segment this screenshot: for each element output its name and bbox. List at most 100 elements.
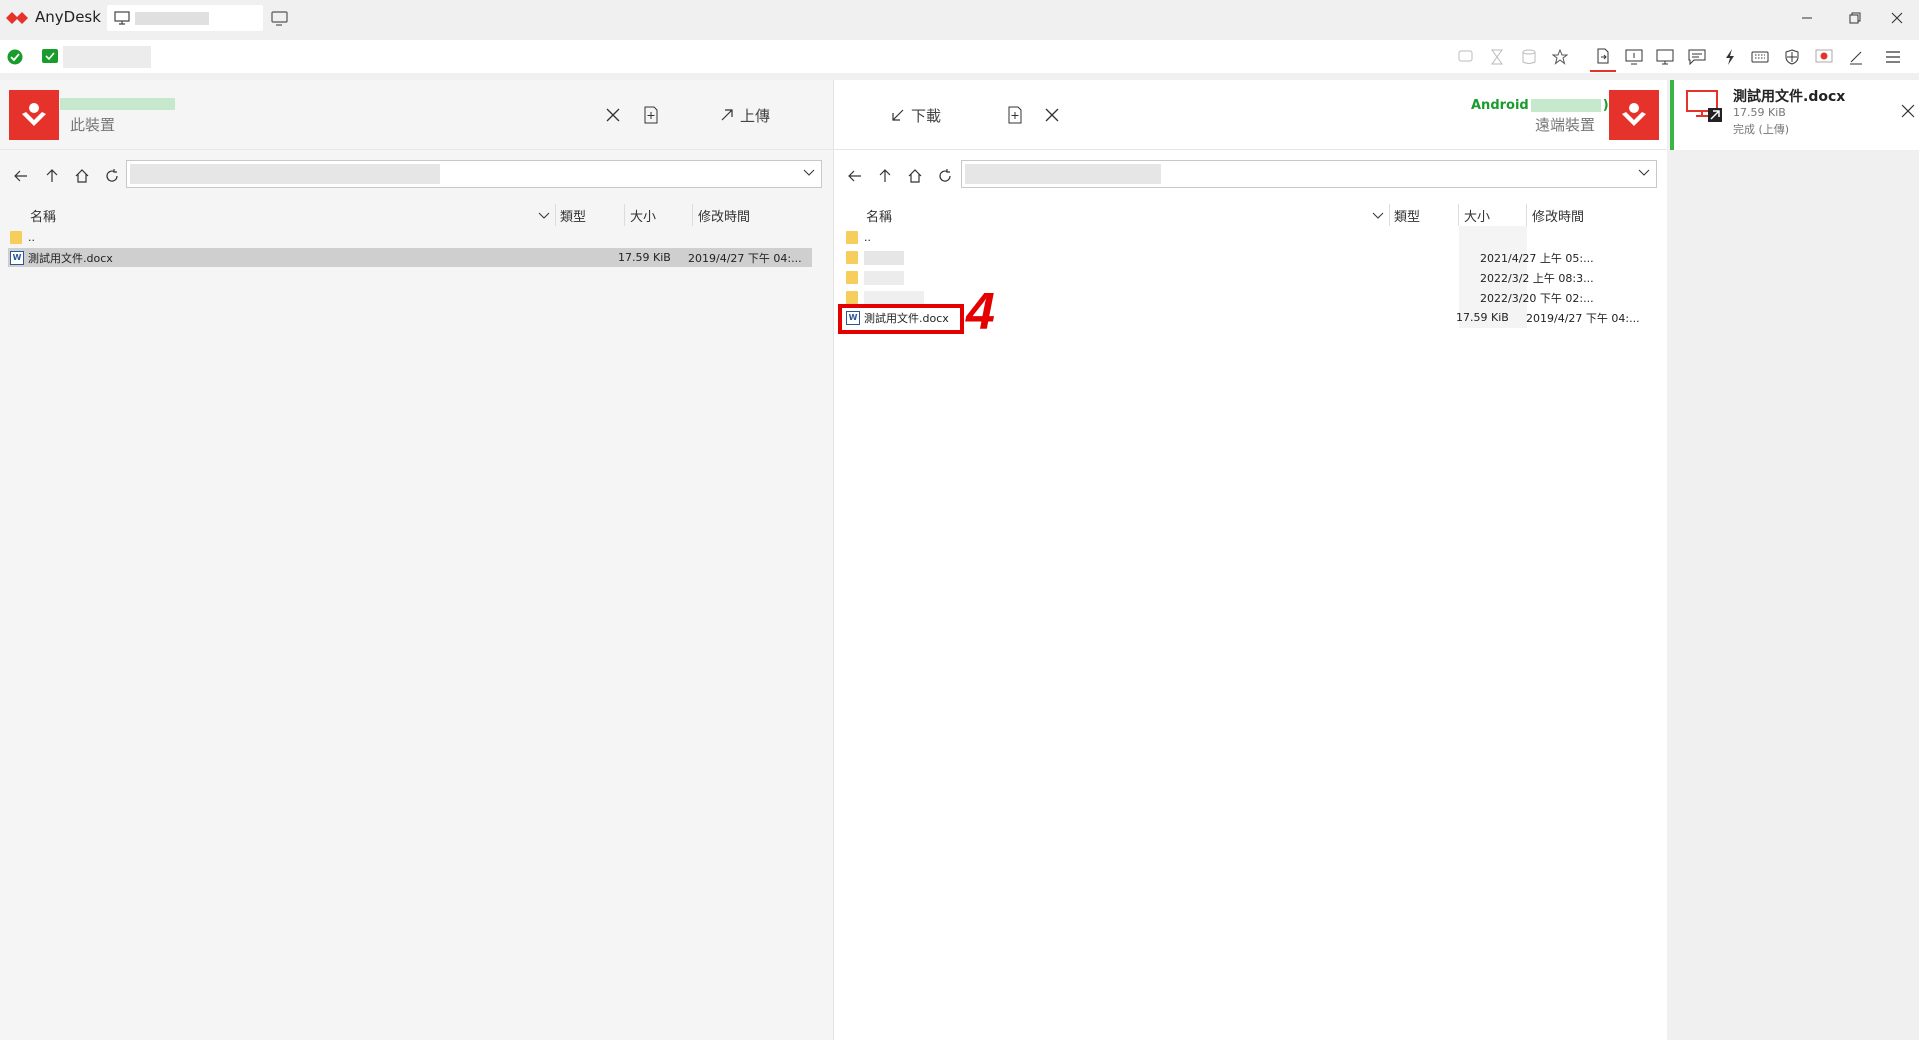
col-separator bbox=[1458, 204, 1459, 226]
close-remote-button[interactable] bbox=[1044, 103, 1060, 127]
download-button[interactable]: 下載 bbox=[891, 103, 941, 127]
local-path-input[interactable] bbox=[126, 160, 822, 188]
local-device-name-redacted bbox=[60, 98, 175, 110]
draw-pen-icon[interactable] bbox=[1847, 48, 1865, 66]
remote-path-redacted bbox=[965, 164, 1161, 184]
chat-icon[interactable] bbox=[1688, 48, 1706, 66]
file-name: .. bbox=[28, 231, 35, 244]
anydesk-logo-icon bbox=[6, 9, 30, 27]
file-size: 17.59 KiB bbox=[618, 251, 671, 264]
upload-monitor-icon bbox=[1686, 90, 1724, 124]
menu-icon[interactable] bbox=[1884, 48, 1902, 66]
annotation-step-number: 4 bbox=[966, 283, 995, 341]
file-row-parent[interactable]: .. bbox=[10, 228, 811, 247]
minimize-button[interactable] bbox=[1797, 8, 1817, 28]
folder-icon bbox=[10, 231, 22, 244]
monitor-icon bbox=[114, 11, 130, 25]
remote-device-name: Android ) bbox=[1471, 98, 1609, 113]
chevron-down-icon[interactable] bbox=[1638, 169, 1650, 177]
home-icon[interactable] bbox=[73, 167, 91, 185]
col-separator bbox=[1389, 204, 1390, 226]
local-panel-header: 此裝置 上傳 bbox=[0, 80, 833, 150]
folder-name-redacted bbox=[864, 270, 904, 285]
remote-panel: 下載 Android ) 遠端裝置 名稱 類型 大小 修改時間 .. 2021/… bbox=[833, 80, 1667, 1040]
col-type[interactable]: 類型 bbox=[1394, 206, 1420, 226]
folder-icon bbox=[846, 291, 858, 304]
col-size[interactable]: 大小 bbox=[630, 206, 656, 226]
close-local-button[interactable] bbox=[605, 103, 621, 127]
download-arrow-icon bbox=[892, 109, 904, 121]
remote-id-redacted bbox=[63, 46, 151, 68]
transfer-size: 17.59 KiB bbox=[1733, 106, 1786, 119]
file-name: 測試用文件.docx bbox=[28, 251, 113, 265]
app-title: AnyDesk bbox=[35, 8, 101, 26]
upload-button[interactable]: 上傳 bbox=[720, 103, 770, 127]
file-name: .. bbox=[864, 231, 871, 244]
file-size: 17.59 KiB bbox=[1456, 311, 1509, 324]
col-separator bbox=[1526, 204, 1527, 226]
session-name-redacted bbox=[135, 12, 209, 25]
connection-ok-icon bbox=[7, 49, 23, 65]
col-type[interactable]: 類型 bbox=[560, 206, 586, 226]
sort-chevron-icon[interactable] bbox=[538, 212, 550, 220]
up-arrow-icon[interactable] bbox=[876, 167, 894, 185]
col-modified[interactable]: 修改時間 bbox=[1532, 206, 1584, 226]
file-row-selected[interactable]: W 測試用文件.docx 17.59 KiB 2019/4/27 下午 04:.… bbox=[8, 248, 812, 267]
up-arrow-icon[interactable] bbox=[43, 167, 61, 185]
dismiss-transfer-button[interactable] bbox=[1901, 104, 1915, 118]
monitor-one-icon[interactable] bbox=[1625, 48, 1643, 66]
record-icon[interactable] bbox=[1815, 48, 1833, 66]
folder-name-redacted bbox=[864, 250, 904, 265]
annotation-highlight-box bbox=[838, 304, 964, 334]
file-transfer-icon[interactable] bbox=[1590, 48, 1616, 72]
back-arrow-icon[interactable] bbox=[12, 167, 30, 185]
keyboard-icon[interactable] bbox=[1751, 48, 1769, 66]
word-doc-icon: W bbox=[10, 250, 24, 265]
star-icon[interactable] bbox=[1551, 48, 1569, 66]
transfer-status: 完成 (上傳) bbox=[1733, 123, 1790, 136]
title-bar: AnyDesk bbox=[0, 0, 1919, 36]
lightning-icon[interactable] bbox=[1721, 48, 1739, 66]
session-tab[interactable] bbox=[107, 5, 263, 31]
file-modified: 2021/4/27 上午 05:... bbox=[1480, 251, 1594, 265]
col-size[interactable]: 大小 bbox=[1464, 206, 1490, 226]
col-modified[interactable]: 修改時間 bbox=[698, 206, 750, 226]
file-row-parent[interactable]: .. bbox=[846, 228, 1646, 247]
remote-device-prefix: Android bbox=[1471, 98, 1529, 113]
col-separator bbox=[624, 204, 625, 226]
database-icon[interactable] bbox=[1520, 48, 1538, 66]
remote-path-input[interactable] bbox=[961, 160, 1657, 188]
session-toolbar bbox=[0, 40, 1919, 73]
col-separator bbox=[692, 204, 693, 226]
hourglass-icon[interactable] bbox=[1488, 48, 1506, 66]
shield-icon[interactable] bbox=[1783, 48, 1801, 66]
verified-icon bbox=[42, 49, 58, 63]
transfer-item[interactable]: 測試用文件.docx 17.59 KiB 完成 (上傳) bbox=[1670, 80, 1919, 150]
remote-device-label: 遠端裝置 bbox=[1535, 116, 1596, 134]
folder-icon bbox=[846, 251, 858, 264]
download-label: 下載 bbox=[911, 106, 942, 125]
new-folder-button[interactable] bbox=[1007, 103, 1023, 127]
file-row[interactable]: 2021/4/27 上午 05:... bbox=[846, 248, 1646, 267]
remote-panel-header: 下載 Android ) 遠端裝置 bbox=[834, 80, 1667, 150]
file-modified: 2022/3/20 下午 02:... bbox=[1480, 291, 1594, 305]
anydesk-device-icon bbox=[1609, 90, 1659, 140]
chat-disabled-icon[interactable] bbox=[1457, 48, 1475, 66]
refresh-icon[interactable] bbox=[936, 167, 954, 185]
file-modified: 2019/4/27 下午 04:... bbox=[1526, 311, 1640, 325]
new-folder-button[interactable] bbox=[643, 103, 659, 127]
col-name[interactable]: 名稱 bbox=[30, 206, 56, 226]
back-arrow-icon[interactable] bbox=[846, 167, 864, 185]
folder-name-redacted bbox=[864, 290, 924, 305]
chevron-down-icon[interactable] bbox=[803, 169, 815, 177]
refresh-icon[interactable] bbox=[103, 167, 121, 185]
local-path-redacted bbox=[130, 164, 440, 184]
col-name[interactable]: 名稱 bbox=[866, 206, 892, 226]
sort-chevron-icon[interactable] bbox=[1372, 212, 1384, 220]
upload-arrow-icon bbox=[721, 109, 733, 121]
display-icon[interactable] bbox=[1656, 48, 1674, 66]
close-window-button[interactable] bbox=[1887, 8, 1907, 28]
restore-button[interactable] bbox=[1845, 8, 1865, 28]
home-icon[interactable] bbox=[906, 167, 924, 185]
new-tab-icon[interactable] bbox=[271, 11, 289, 27]
